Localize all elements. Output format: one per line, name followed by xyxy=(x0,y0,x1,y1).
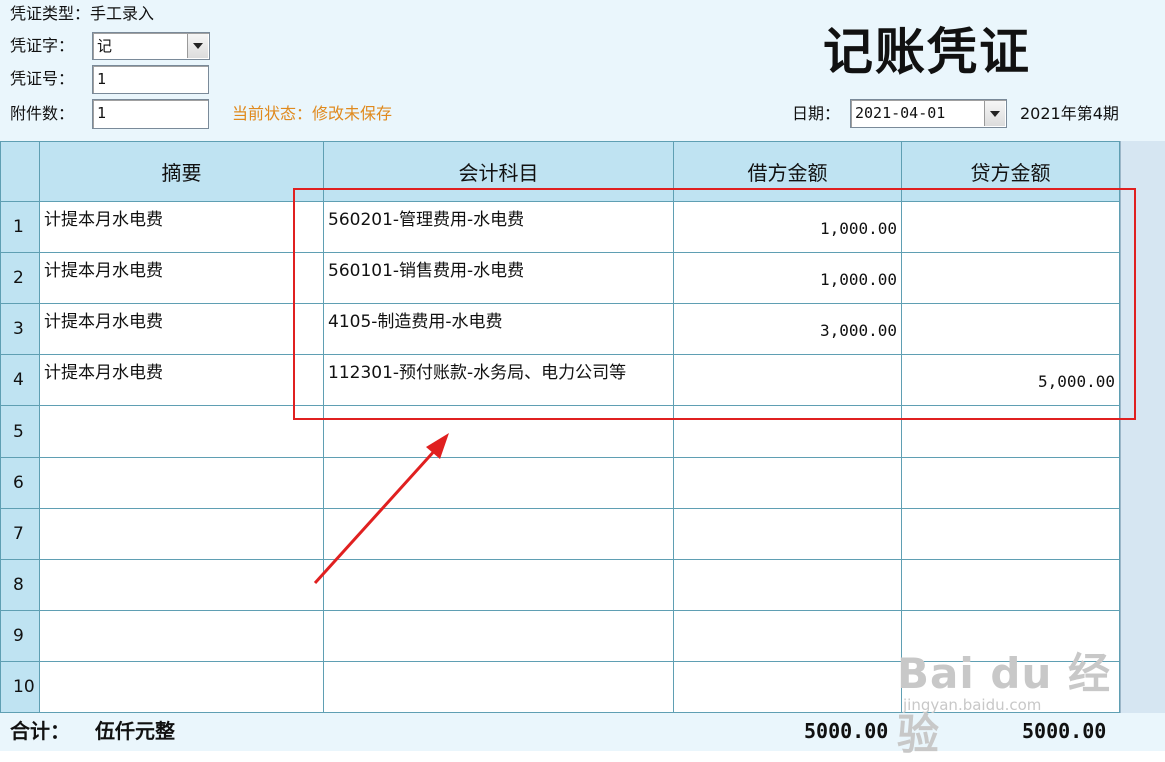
watermark: Bai du 经验 jingyan.baidu.com xyxy=(893,620,1123,759)
voucher-type-value: 手工录入 xyxy=(90,4,155,23)
grid-corner xyxy=(0,141,40,202)
page-title: 记账凭证 xyxy=(823,22,1031,81)
date-label: 日期： xyxy=(792,104,841,123)
cell-account[interactable] xyxy=(324,560,674,611)
cell-summary[interactable]: 计提本月水电费 xyxy=(40,202,324,253)
annotation-highlight-box xyxy=(293,188,1136,420)
row-number[interactable]: 2 xyxy=(0,253,40,304)
row-number[interactable]: 9 xyxy=(0,611,40,662)
voucher-type-row: 凭证类型：手工录入 xyxy=(10,4,154,24)
voucher-no-value: 1 xyxy=(97,70,107,88)
attachments-value: 1 xyxy=(97,104,107,122)
row-number[interactable]: 1 xyxy=(0,202,40,253)
cell-credit[interactable] xyxy=(902,560,1120,611)
row-number[interactable]: 5 xyxy=(0,406,40,458)
chevron-down-icon[interactable] xyxy=(187,34,208,58)
cell-debit[interactable] xyxy=(674,560,902,611)
cell-debit[interactable] xyxy=(674,611,902,662)
period-text: 2021年第4期 xyxy=(1020,104,1119,123)
row-number[interactable]: 3 xyxy=(0,304,40,355)
date-picker[interactable]: 2021-04-01 xyxy=(850,99,1007,128)
cell-summary-text: 计提本月水电费 xyxy=(44,312,163,332)
cell-summary-text: 计提本月水电费 xyxy=(44,210,163,230)
voucher-no-input[interactable]: 1 xyxy=(92,65,209,94)
status-indicator: 当前状态：修改未保存 xyxy=(232,104,392,124)
cell-summary[interactable]: 计提本月水电费 xyxy=(40,253,324,304)
cell-summary[interactable] xyxy=(40,458,324,509)
cell-debit[interactable] xyxy=(674,458,902,509)
cell-summary[interactable] xyxy=(40,560,324,611)
row-number[interactable]: 4 xyxy=(0,355,40,406)
cell-account[interactable] xyxy=(324,458,674,509)
status-value: 修改未保存 xyxy=(312,104,393,123)
debit-total: 5000.00 xyxy=(804,719,889,743)
row-number[interactable]: 7 xyxy=(0,509,40,560)
voucher-word-value: 记 xyxy=(97,37,113,55)
cell-summary[interactable]: 计提本月水电费 xyxy=(40,304,324,355)
cell-account[interactable] xyxy=(324,509,674,560)
cell-credit[interactable] xyxy=(902,458,1120,509)
cell-summary-text: 计提本月水电费 xyxy=(44,261,163,281)
voucher-no-label: 凭证号： xyxy=(10,69,75,88)
cell-account[interactable] xyxy=(324,611,674,662)
attachments-label: 附件数： xyxy=(10,104,75,123)
total-amount-in-words: 伍仟元整 xyxy=(95,719,175,743)
cell-debit[interactable] xyxy=(674,662,902,713)
cell-credit[interactable] xyxy=(902,509,1120,560)
cell-account[interactable] xyxy=(324,662,674,713)
row-number[interactable]: 8 xyxy=(0,560,40,611)
date-value: 2021-04-01 xyxy=(855,104,946,122)
voucher-window: 凭证类型：手工录入 凭证字： 记 凭证号： 1 附件数： 1 当前状态：修改未保… xyxy=(0,0,1165,759)
attachments-input[interactable]: 1 xyxy=(92,99,209,129)
voucher-word-label: 凭证字： xyxy=(10,36,75,55)
cell-summary[interactable]: 计提本月水电费 xyxy=(40,355,324,406)
voucher-word-select[interactable]: 记 xyxy=(92,32,210,60)
column-header-summary[interactable]: 摘要 xyxy=(40,141,324,202)
chevron-down-icon[interactable] xyxy=(984,101,1005,126)
cell-summary[interactable] xyxy=(40,662,324,713)
cell-summary[interactable] xyxy=(40,611,324,662)
row-number[interactable]: 6 xyxy=(0,458,40,509)
cell-summary[interactable] xyxy=(40,406,324,458)
voucher-type-label: 凭证类型： xyxy=(10,4,91,23)
cell-debit[interactable] xyxy=(674,509,902,560)
status-label: 当前状态： xyxy=(232,104,313,123)
watermark-url: jingyan.baidu.com xyxy=(903,696,1042,714)
cell-summary-text: 计提本月水电费 xyxy=(44,363,163,383)
total-label: 合计： xyxy=(10,719,70,743)
row-number[interactable]: 10 xyxy=(0,662,40,713)
cell-summary[interactable] xyxy=(40,509,324,560)
